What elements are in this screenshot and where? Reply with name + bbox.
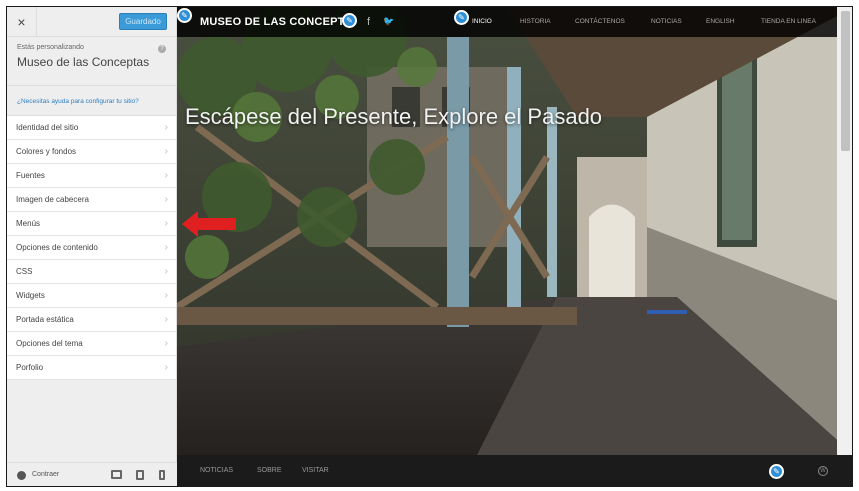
nav-item-english[interactable]: ENGLISH	[706, 18, 735, 25]
section-label: Opciones del tema	[16, 339, 83, 348]
pencil-icon[interactable]: ✎	[769, 464, 784, 479]
wordpress-icon[interactable]: W	[818, 466, 828, 476]
chevron-right-icon: ›	[164, 146, 168, 157]
footer-link-noticias[interactable]: NOTICIAS	[200, 467, 233, 474]
pencil-icon[interactable]: ✎	[342, 13, 357, 28]
mobile-icon[interactable]	[159, 470, 165, 480]
site-name: Museo de las Conceptas	[17, 55, 150, 69]
sidebar-footer: Contraer	[7, 462, 177, 486]
section-static-front-page[interactable]: Portada estática ›	[7, 308, 176, 332]
close-button[interactable]: ×	[7, 7, 37, 37]
section-label: Opciones de contenido	[16, 243, 98, 252]
chevron-right-icon: ›	[164, 338, 168, 349]
chevron-right-icon: ›	[164, 314, 168, 325]
footer-link-visitar[interactable]: VISITAR	[302, 467, 329, 474]
customizing-info: Estás personalizando Museo de las Concep…	[7, 37, 176, 86]
section-portfolio[interactable]: Porfolio ›	[7, 356, 176, 380]
section-fonts[interactable]: Fuentes ›	[7, 164, 176, 188]
chevron-right-icon: ›	[164, 242, 168, 253]
nav-item-inicio[interactable]: INICIO	[472, 18, 492, 25]
hero-background-image	[177, 7, 852, 455]
section-content-options[interactable]: Opciones de contenido ›	[7, 236, 176, 260]
pencil-icon[interactable]: ✎	[177, 8, 192, 23]
section-label: Widgets	[16, 291, 45, 300]
section-css[interactable]: CSS ›	[7, 260, 176, 284]
nav-item-tienda[interactable]: TIENDA EN LINEA	[761, 18, 816, 25]
customizer-sidebar: × Guardado Estás personalizando Museo de…	[7, 7, 177, 486]
section-label: Imagen de cabecera	[16, 195, 89, 204]
red-arrow-icon	[182, 211, 236, 237]
help-icon[interactable]: ?	[158, 45, 166, 53]
customizer-window: × Guardado Estás personalizando Museo de…	[6, 6, 853, 487]
save-button[interactable]: Guardado	[119, 13, 167, 30]
help-link[interactable]: ¿Necesitas ayuda para configurar tu siti…	[7, 86, 176, 116]
customizer-sections: Identidad del sitio › Colores y fondos ›…	[7, 116, 176, 380]
site-footer: NOTICIAS SOBRE VISITAR ✎ W	[177, 455, 852, 486]
section-label: Fuentes	[16, 171, 45, 180]
close-icon: ×	[17, 14, 26, 30]
collapse-button[interactable]: Contraer	[32, 471, 59, 478]
section-widgets[interactable]: Widgets ›	[7, 284, 176, 308]
collapse-icon[interactable]	[17, 471, 26, 480]
section-header-image[interactable]: Imagen de cabecera ›	[7, 188, 176, 212]
site-header: MUSEO DE LAS CONCEPTA f 🐦 INICIO HISTORI…	[177, 7, 837, 37]
section-label: CSS	[16, 267, 33, 276]
nav-item-noticias[interactable]: NOTICIAS	[651, 18, 682, 25]
section-label: Portada estática	[16, 315, 74, 324]
section-label: Menús	[16, 219, 41, 228]
section-colors[interactable]: Colores y fondos ›	[7, 140, 176, 164]
chevron-right-icon: ›	[164, 170, 168, 181]
chevron-right-icon: ›	[164, 194, 168, 205]
sidebar-header: × Guardado	[7, 7, 176, 37]
hero-title: Escápese del Presente, Explore el Pasado	[185, 104, 603, 129]
chevron-right-icon: ›	[164, 122, 168, 133]
chevron-right-icon: ›	[164, 266, 168, 277]
section-site-identity[interactable]: Identidad del sitio ›	[7, 116, 176, 140]
chevron-right-icon: ›	[164, 218, 168, 229]
section-theme-options[interactable]: Opciones del tema ›	[7, 332, 176, 356]
customizing-label: Estás personalizando	[17, 44, 84, 51]
nav-item-historia[interactable]: HISTORIA	[520, 18, 551, 25]
twitter-icon[interactable]: 🐦	[383, 16, 394, 27]
footer-link-sobre[interactable]: SOBRE	[257, 467, 282, 474]
desktop-icon[interactable]	[111, 470, 122, 479]
pencil-icon[interactable]: ✎	[454, 10, 469, 25]
site-title[interactable]: MUSEO DE LAS CONCEPTA	[200, 16, 352, 28]
site-preview: MUSEO DE LAS CONCEPTA f 🐦 INICIO HISTORI…	[177, 7, 852, 486]
section-label: Identidad del sitio	[16, 123, 79, 132]
scroll-thumb[interactable]	[841, 11, 850, 151]
chevron-right-icon: ›	[164, 290, 168, 301]
section-menus[interactable]: Menús ›	[7, 212, 176, 236]
tablet-icon[interactable]	[136, 470, 144, 480]
nav-item-contactenos[interactable]: CONTÁCTENOS	[575, 18, 625, 25]
section-label: Colores y fondos	[16, 147, 77, 156]
facebook-icon[interactable]: f	[367, 16, 370, 28]
preview-scrollbar[interactable]	[837, 7, 852, 455]
section-label: Porfolio	[16, 363, 44, 372]
chevron-right-icon: ›	[164, 362, 168, 373]
